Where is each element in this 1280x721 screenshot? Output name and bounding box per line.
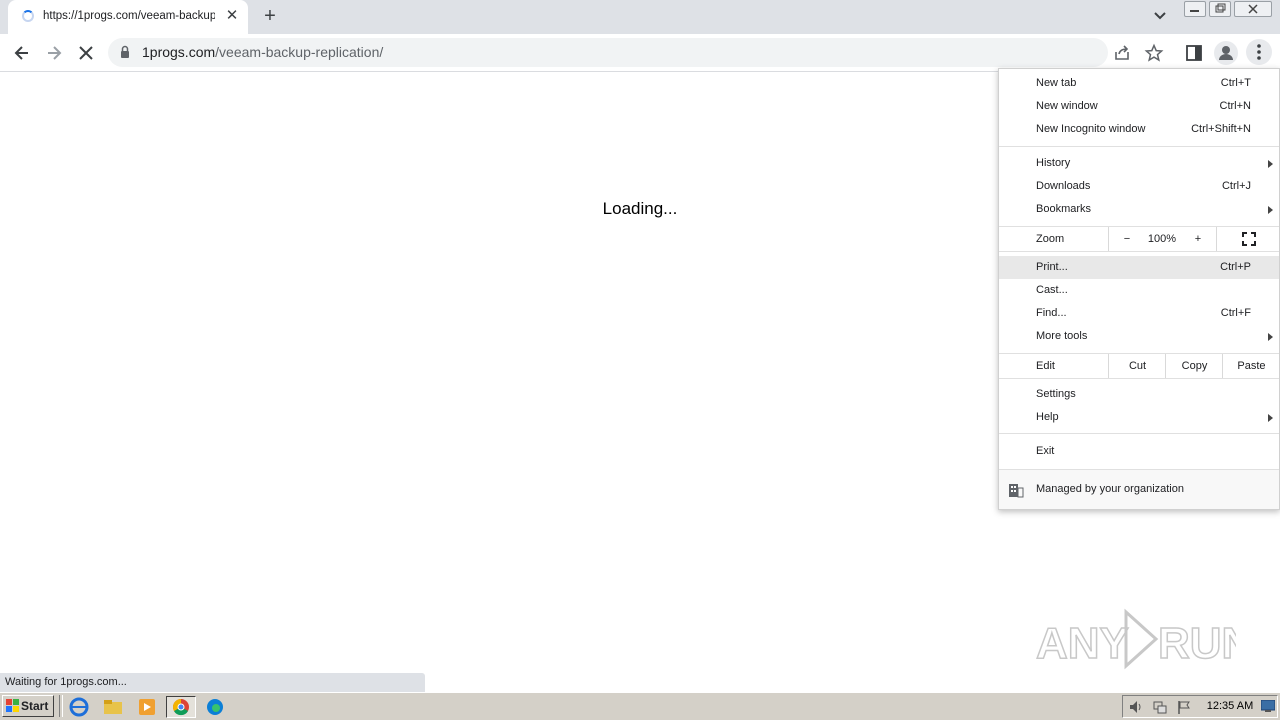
copy-button[interactable]: Copy (1165, 354, 1223, 378)
window-restore-button[interactable] (1209, 1, 1231, 17)
submenu-arrow-icon (1268, 206, 1273, 214)
submenu-arrow-icon (1268, 414, 1273, 422)
menu-item-new-tab[interactable]: New tab Ctrl+T (999, 72, 1279, 95)
new-tab-button[interactable]: + (259, 5, 281, 27)
menu-item-more-tools[interactable]: More tools (999, 325, 1279, 348)
menu-item-label: Downloads (1036, 180, 1091, 192)
lock-icon[interactable] (118, 45, 132, 59)
menu-separator (999, 251, 1279, 252)
menu-item-managed[interactable]: Managed by your organization (999, 470, 1279, 509)
show-desktop-icon[interactable] (1260, 699, 1276, 712)
more-vert-icon (1257, 44, 1261, 60)
side-panel-icon[interactable] (1184, 43, 1204, 63)
submenu-arrow-icon (1268, 333, 1273, 341)
file-explorer-icon[interactable] (100, 696, 126, 718)
fullscreen-icon (1241, 232, 1256, 246)
menu-item-shortcut: Ctrl+P (1220, 261, 1251, 273)
profile-button[interactable] (1214, 41, 1238, 65)
share-icon[interactable] (1112, 43, 1132, 63)
browser-context-menu: New tab Ctrl+T New window Ctrl+N New Incog… (998, 68, 1280, 510)
menu-item-label: Help (1036, 411, 1059, 423)
menu-item-print[interactable]: Print... Ctrl+P (999, 256, 1279, 279)
network-icon[interactable] (1152, 699, 1168, 715)
menu-item-help[interactable]: Help (999, 406, 1279, 429)
menu-item-bookmarks[interactable]: Bookmarks (999, 198, 1279, 221)
menu-item-label: History (1036, 157, 1071, 169)
menu-item-find[interactable]: Find... Ctrl+F (999, 302, 1279, 325)
menu-separator (999, 378, 1279, 379)
menu-item-label: Print... (1036, 261, 1068, 273)
menu-item-label: Bookmarks (1036, 203, 1092, 215)
menu-separator (999, 146, 1279, 147)
menu-item-shortcut: Ctrl+T (1220, 77, 1251, 89)
forward-arrow-icon[interactable] (44, 43, 64, 63)
menu-item-label: New tab (1036, 77, 1077, 89)
fullscreen-button[interactable] (1216, 227, 1280, 251)
menu-item-label: Cast... (1036, 284, 1068, 296)
menu-item-shortcut: Ctrl+F (1220, 307, 1251, 319)
submenu-arrow-icon (1268, 160, 1273, 168)
menu-item-cast[interactable]: Cast... (999, 279, 1279, 302)
volume-icon[interactable] (1128, 699, 1144, 715)
menu-item-label: New Incognito window (1036, 123, 1146, 135)
back-arrow-icon[interactable] (12, 43, 32, 63)
menu-row-zoom: Zoom − 100% + (999, 227, 1279, 251)
loading-text: Loading... (602, 199, 678, 218)
taskbar-clock[interactable]: 12:35 AM (1200, 700, 1260, 712)
internet-explorer-icon[interactable] (66, 696, 92, 718)
menu-item-label: Find... (1036, 307, 1067, 319)
status-bubble: Waiting for 1progs.com... (0, 673, 425, 692)
tab-search-chevron-icon[interactable] (1151, 7, 1169, 25)
paste-button[interactable]: Paste (1222, 354, 1280, 378)
menu-item-settings[interactable]: Settings (999, 383, 1279, 406)
menu-item-new-incognito[interactable]: New Incognito window Ctrl+Shift+N (999, 118, 1279, 141)
zoom-level: 100% (1147, 233, 1177, 245)
start-label: Start (21, 699, 49, 713)
menu-separator (999, 433, 1279, 434)
url-host: 1progs.com (142, 44, 216, 60)
tab-close-icon[interactable]: ✕ (224, 7, 240, 25)
zoom-out-button[interactable]: − (1108, 227, 1145, 251)
window-close-button[interactable] (1234, 1, 1272, 17)
start-button[interactable]: Start (2, 695, 54, 717)
menu-item-label: New window (1036, 100, 1098, 112)
menu-item-label: Zoom (1036, 233, 1065, 245)
building-icon (1009, 484, 1024, 498)
media-player-icon[interactable] (134, 696, 160, 718)
zoom-in-button[interactable]: + (1180, 227, 1216, 251)
menu-item-label: More tools (1036, 330, 1088, 342)
menu-item-label: Exit (1036, 445, 1055, 457)
menu-item-history[interactable]: History (999, 152, 1279, 175)
menu-row-edit: Edit Cut Copy Paste (999, 354, 1279, 378)
menu-item-shortcut: Ctrl+N (1219, 100, 1251, 112)
menu-item-shortcut: Ctrl+J (1221, 180, 1251, 192)
browser-menu-button[interactable] (1246, 39, 1272, 65)
menu-item-label: Settings (1036, 388, 1076, 400)
svg-text:RUN: RUN (1158, 619, 1236, 668)
bookmark-star-icon[interactable] (1144, 43, 1164, 63)
profile-avatar-icon (1219, 46, 1233, 60)
window-minimize-button[interactable] (1184, 1, 1206, 17)
stop-loading-icon[interactable] (76, 43, 96, 63)
anyrun-watermark-logo: ANY RUN (1036, 608, 1236, 670)
menu-item-label: Edit (1036, 360, 1055, 372)
url-path: /veeam-backup-replication/ (215, 44, 384, 60)
svg-text:ANY: ANY (1036, 619, 1129, 668)
menu-item-downloads[interactable]: Downloads Ctrl+J (999, 175, 1279, 198)
tab-title: https://1progs.com/veeam-backup-r (43, 10, 215, 22)
menu-item-label: Managed by your organization (1036, 483, 1184, 495)
loading-spinner-icon (22, 10, 34, 22)
edge-icon[interactable] (202, 696, 228, 718)
windows-logo-icon (6, 699, 19, 712)
menu-item-exit[interactable]: Exit (999, 440, 1279, 463)
chrome-icon (172, 699, 189, 716)
menu-item-new-window[interactable]: New window Ctrl+N (999, 95, 1279, 118)
cut-button[interactable]: Cut (1108, 354, 1166, 378)
menu-item-shortcut: Ctrl+Shift+N (1191, 123, 1251, 135)
action-center-flag-icon[interactable] (1176, 699, 1192, 715)
taskbar-divider (59, 695, 63, 717)
url-text[interactable]: 1progs.com/veeam-backup-replication/ (142, 44, 383, 60)
chrome-taskbar-button[interactable] (166, 696, 196, 718)
